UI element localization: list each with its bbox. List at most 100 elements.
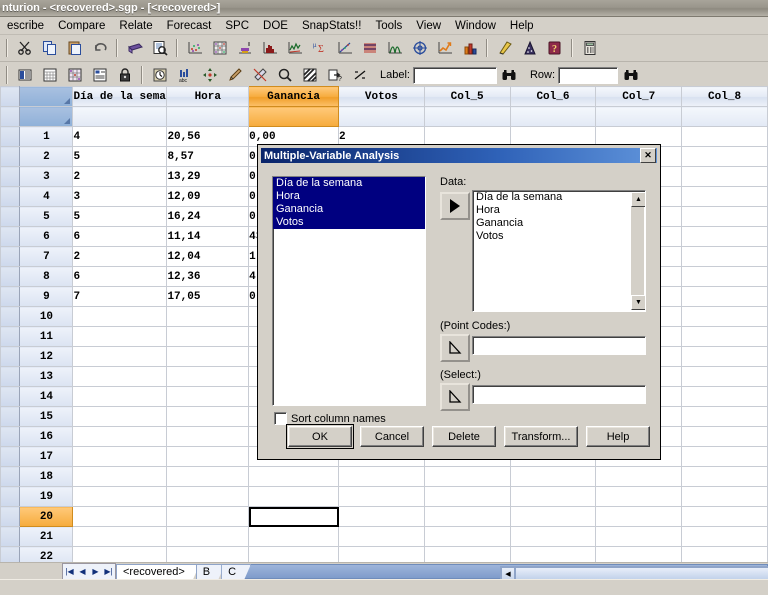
cell-r14-c8[interactable] xyxy=(681,386,768,407)
variable-item-hora[interactable]: Hora xyxy=(273,190,425,203)
clock-icon[interactable] xyxy=(148,64,171,87)
histogram-icon[interactable] xyxy=(258,37,281,60)
data-item-dia-de-la-semana[interactable]: Día de la semana xyxy=(473,191,645,204)
cell-r18-c5[interactable] xyxy=(423,466,511,487)
cell-r12-c1[interactable] xyxy=(72,346,168,367)
row-header-7[interactable]: 7 xyxy=(19,246,74,267)
cell-r13-c2[interactable] xyxy=(166,366,250,387)
cell-r19-c4[interactable] xyxy=(338,486,425,507)
column-header-ganancia[interactable]: Ganancia xyxy=(248,86,339,107)
datasheet-icon[interactable] xyxy=(38,64,61,87)
row-header-5[interactable]: 5 xyxy=(19,206,74,227)
cell-r17-c1[interactable] xyxy=(72,446,168,467)
bar3d-icon[interactable] xyxy=(458,37,481,60)
cell-r1-c7[interactable] xyxy=(595,126,683,147)
cell-r3-c8[interactable] xyxy=(681,166,768,187)
cell-r12-c8[interactable] xyxy=(681,346,768,367)
cancel-button[interactable]: Cancel xyxy=(360,426,424,447)
sheet-corner[interactable] xyxy=(0,86,21,107)
row-header-12[interactable]: 12 xyxy=(19,346,74,367)
column-header-col-5[interactable]: Col_5 xyxy=(423,86,511,107)
cell-r11-c8[interactable] xyxy=(681,326,768,347)
cell-r17-c2[interactable] xyxy=(166,446,250,467)
row-header-11[interactable]: 11 xyxy=(19,326,74,347)
cell-r4-c1[interactable]: 3 xyxy=(72,186,168,207)
transform-button[interactable]: Transform... xyxy=(504,426,578,447)
row-header-20[interactable]: 20 xyxy=(19,506,74,527)
multiple-lines-icon[interactable] xyxy=(358,37,381,60)
prev-icon[interactable]: ◀ xyxy=(76,565,89,578)
menu-item-relate[interactable]: Relate xyxy=(112,18,159,34)
variable-item-votos[interactable]: Votos xyxy=(273,216,425,229)
row-header-6[interactable]: 6 xyxy=(19,226,74,247)
last-icon[interactable]: ▶| xyxy=(102,565,115,578)
cell-r10-c2[interactable] xyxy=(166,306,250,327)
target-icon[interactable] xyxy=(408,37,431,60)
cell-r1-c8[interactable] xyxy=(681,126,768,147)
cell-r20-c5[interactable] xyxy=(423,506,511,527)
pattern-icon[interactable] xyxy=(298,64,321,87)
select-transfer-button[interactable] xyxy=(440,383,470,411)
cell-r21-c8[interactable] xyxy=(681,526,768,547)
cell-r20-c4[interactable] xyxy=(338,506,425,527)
column-select-1[interactable] xyxy=(72,106,168,127)
close-icon[interactable]: ✕ xyxy=(640,148,656,163)
cell-r6-c8[interactable] xyxy=(681,226,768,247)
undo-icon[interactable] xyxy=(88,37,111,60)
cell-r19-c2[interactable] xyxy=(166,486,250,507)
menu-item-view[interactable]: View xyxy=(409,18,448,34)
multiple-variable-analysis-dialog[interactable]: Multiple-Variable Analysis ✕ Día de la s… xyxy=(257,144,661,460)
row-header-13[interactable]: 13 xyxy=(19,366,74,387)
data-listbox[interactable]: Día de la semana Hora Ganancia Votos ▲ ▼ xyxy=(472,190,646,312)
cell-r5-c2[interactable]: 16,24 xyxy=(166,206,250,227)
column-select-4[interactable] xyxy=(338,106,425,127)
cell-r10-c1[interactable] xyxy=(72,306,168,327)
column-header-votos[interactable]: Votos xyxy=(338,86,425,107)
cell-r11-c2[interactable] xyxy=(166,326,250,347)
cell-r20-c7[interactable] xyxy=(595,506,683,527)
column-header-col-7[interactable]: Col_7 xyxy=(595,86,683,107)
data-item-votos[interactable]: Votos xyxy=(473,230,645,243)
cell-r1-c2[interactable]: 20,56 xyxy=(166,126,250,147)
cell-r20-c2[interactable] xyxy=(166,506,250,527)
cell-r20-c3[interactable] xyxy=(248,506,339,527)
distribution-icon[interactable] xyxy=(383,37,406,60)
capability-icon[interactable]: µΣ xyxy=(308,37,331,60)
cell-r16-c8[interactable] xyxy=(681,426,768,447)
cell-r18-c2[interactable] xyxy=(166,466,250,487)
zoom-icon[interactable] xyxy=(273,64,296,87)
sheet-tab-recovered[interactable]: <recovered> xyxy=(116,564,200,580)
cell-r2-c2[interactable]: 8,57 xyxy=(166,146,250,167)
cell-r5-c8[interactable] xyxy=(681,206,768,227)
cell-r1-c4[interactable]: 2 xyxy=(338,126,425,147)
menu-item-forecast[interactable]: Forecast xyxy=(160,18,219,34)
menu-item-window[interactable]: Window xyxy=(448,18,503,34)
scatterplot-icon[interactable] xyxy=(183,37,206,60)
cell-r19-c8[interactable] xyxy=(681,486,768,507)
copy-icon[interactable] xyxy=(38,37,61,60)
row-header-21[interactable]: 21 xyxy=(19,526,74,547)
cell-r8-c1[interactable]: 6 xyxy=(72,266,168,287)
menu-item-tools[interactable]: Tools xyxy=(368,18,409,34)
cell-r7-c8[interactable] xyxy=(681,246,768,267)
select-input[interactable] xyxy=(472,385,646,404)
cell-r3-c1[interactable]: 2 xyxy=(72,166,168,187)
variable-list[interactable]: Día de la semana Hora Ganancia Votos xyxy=(272,176,426,406)
help-button[interactable]: Help xyxy=(586,426,650,447)
cell-r1-c5[interactable] xyxy=(423,126,511,147)
cell-r14-c2[interactable] xyxy=(166,386,250,407)
cell-r18-c6[interactable] xyxy=(509,466,597,487)
column-header-col-8[interactable]: Col_8 xyxy=(681,86,768,107)
statlet-icon[interactable] xyxy=(493,37,516,60)
row-input[interactable] xyxy=(558,66,619,84)
row-header-2[interactable]: 2 xyxy=(19,146,74,167)
cell-r13-c1[interactable] xyxy=(72,366,168,387)
cell-r18-c3[interactable] xyxy=(248,466,339,487)
grid-icon[interactable] xyxy=(63,64,86,87)
cell-r15-c1[interactable] xyxy=(72,406,168,427)
scroll-down-icon[interactable]: ▼ xyxy=(631,295,645,310)
lock-icon[interactable] xyxy=(113,64,136,87)
cell-r8-c8[interactable] xyxy=(681,266,768,287)
percent-icon[interactable] xyxy=(348,64,371,87)
column-select-6[interactable] xyxy=(509,106,597,127)
